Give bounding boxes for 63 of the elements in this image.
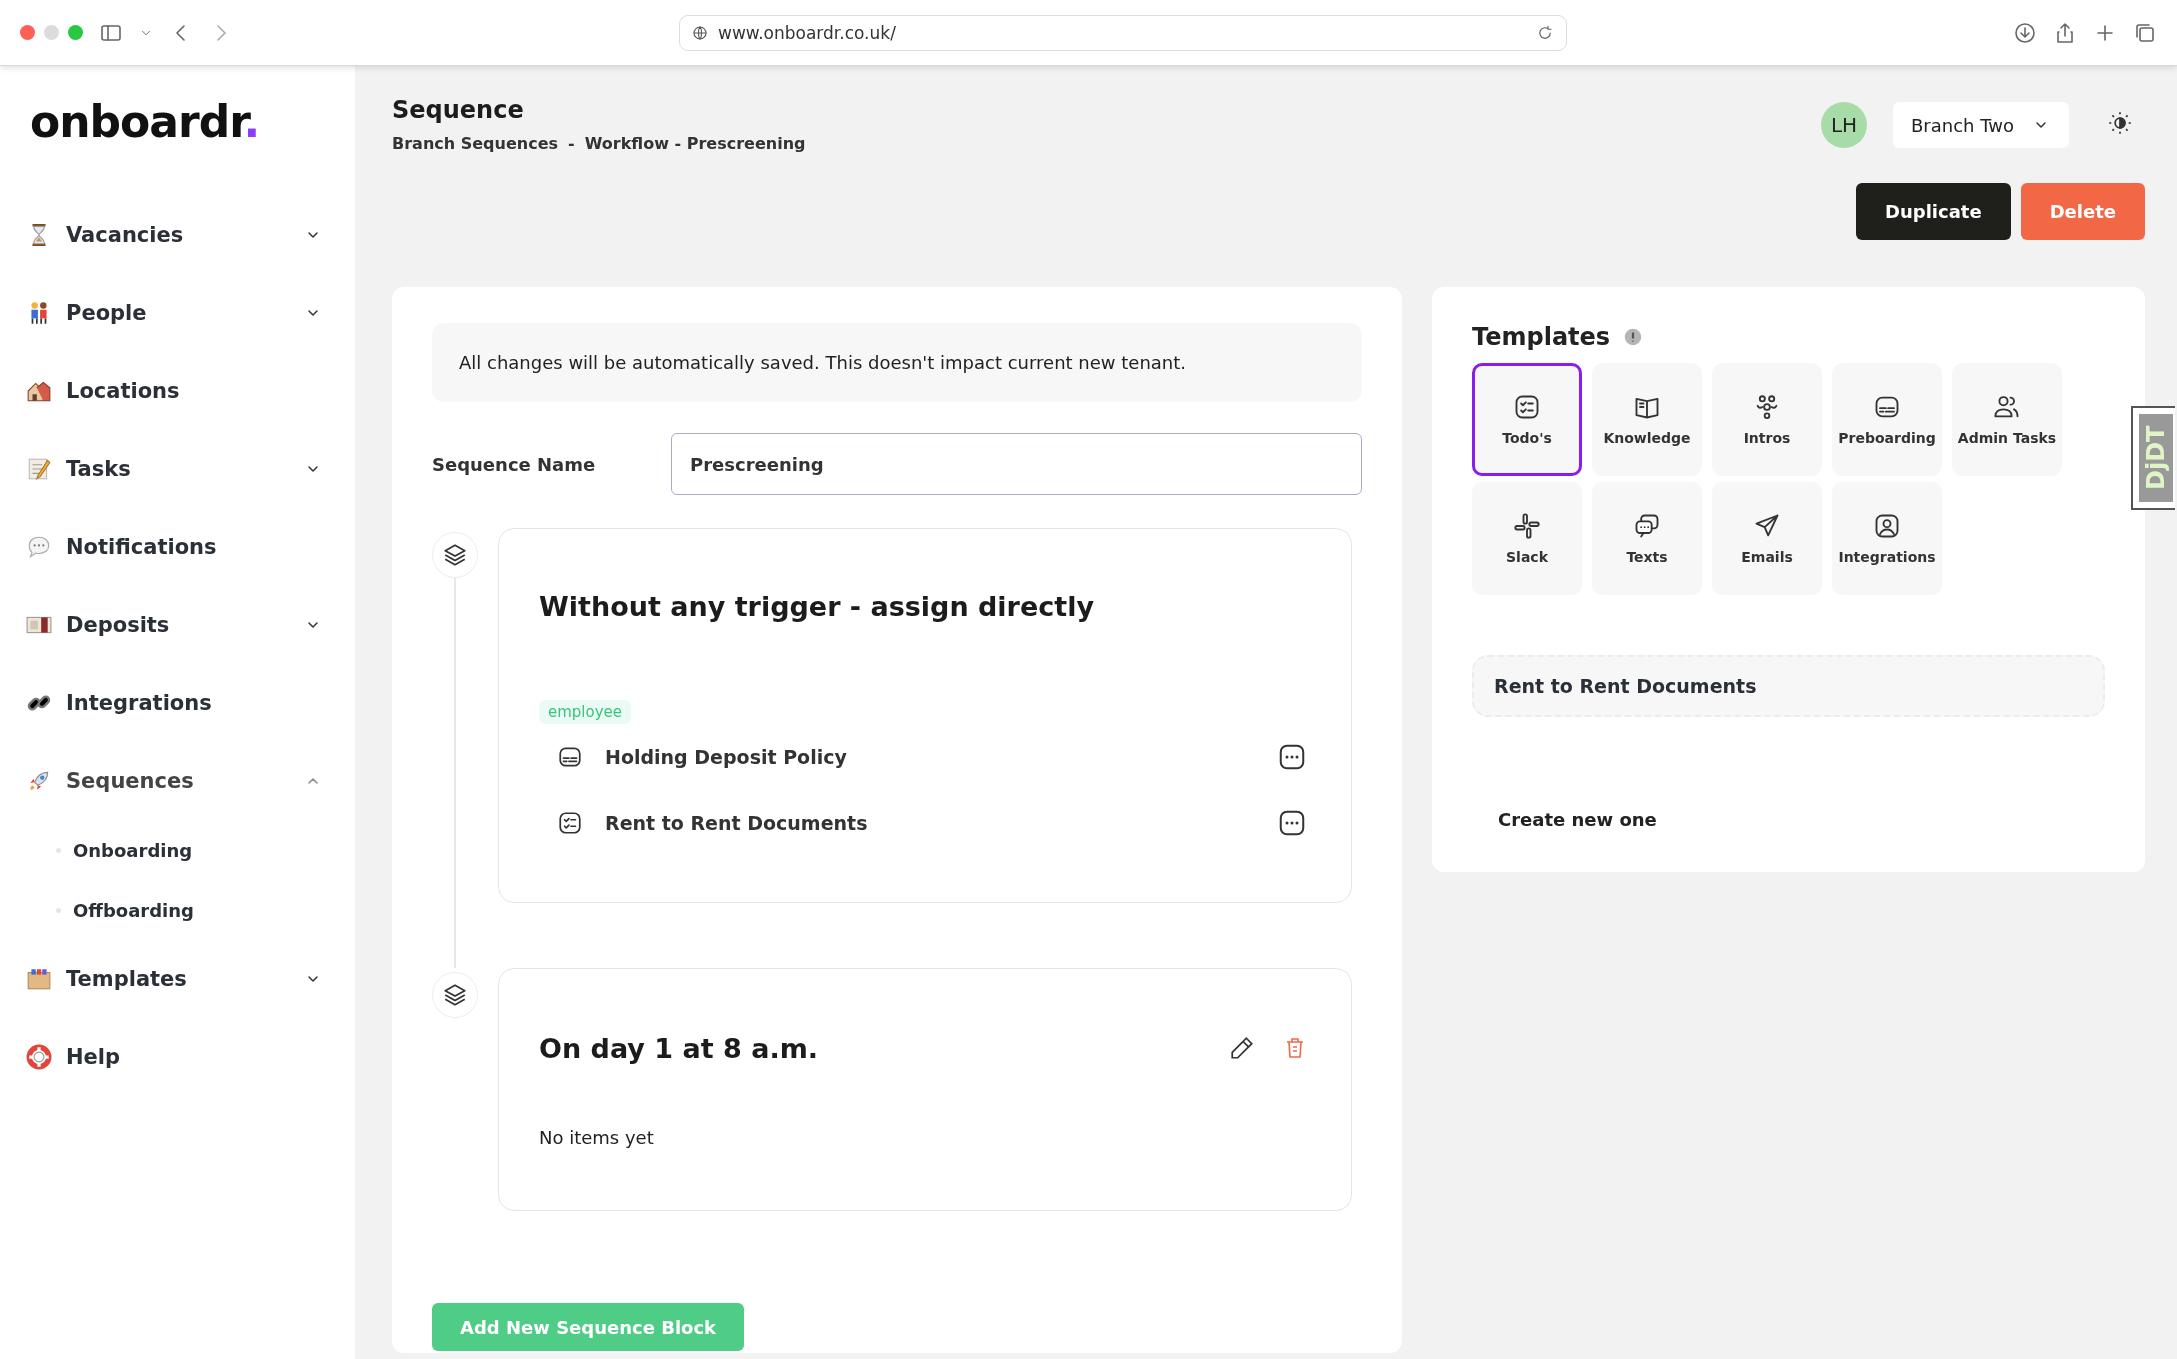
subtitle-icon [557, 744, 583, 770]
sidebar-subitem[interactable]: Offboarding [0, 880, 355, 940]
sidebar-item[interactable]: Integrations [0, 664, 355, 742]
breadcrumb[interactable]: Branch Sequences [392, 134, 559, 153]
more-icon [1277, 808, 1307, 838]
close-window-icon[interactable] [20, 25, 35, 40]
user-avatar[interactable]: LH [1821, 102, 1867, 148]
lifebuoy-icon [26, 1044, 52, 1070]
template-entry[interactable]: Rent to Rent Documents [1472, 655, 2105, 717]
create-link[interactable]: Create new one [1498, 809, 2105, 830]
more-icon [1277, 742, 1307, 772]
theme-toggle-icon[interactable] [2107, 110, 2133, 136]
speech-bubble-icon [26, 534, 52, 560]
chat-icon [1633, 512, 1661, 540]
duplicate-button[interactable]: Duplicate [1856, 183, 2011, 240]
block-title: On day 1 at 8 a.m. [539, 1032, 820, 1064]
template-type-tile[interactable]: Admin Tasks [1952, 363, 2062, 476]
block-title: Without any trigger - assign directly [539, 591, 1095, 622]
page-title: Sequence [392, 96, 525, 124]
autosave-notice: All changes will be automatically saved. This doesn't impact current new tenant. [432, 323, 1362, 402]
sidebar-item[interactable]: People [0, 274, 355, 352]
sidebar-item[interactable]: Notifications [0, 508, 355, 586]
sequence-item[interactable]: Rent to Rent Documents [605, 812, 1231, 834]
template-type-tile[interactable]: Slack [1472, 482, 1582, 595]
bullet-icon [56, 847, 61, 853]
address-bar[interactable]: www.onboardr.co.uk/ [679, 14, 1567, 51]
download-icon [2013, 20, 2037, 45]
pencil-icon [1229, 1035, 1255, 1061]
role-tag: employee [539, 700, 632, 724]
sidebar-item[interactable]: Templates [0, 940, 355, 1018]
template-type-tile[interactable]: Knowledge [1592, 363, 1702, 476]
field-label: Sequence Name [432, 453, 597, 475]
template-type-tile[interactable]: Todo's [1472, 363, 1582, 476]
template-type-tile[interactable]: Emails [1712, 482, 1822, 595]
card-box-icon [26, 966, 52, 992]
sidebar-subitem[interactable]: Onboarding [0, 820, 355, 880]
sidebar-item[interactable]: Tasks [0, 430, 355, 508]
onboardr-logo[interactable]: onboardr. [0, 96, 355, 160]
reload-icon [1536, 23, 1554, 42]
branch-select[interactable]: Branch Two [1893, 102, 2069, 148]
section-title: Templates [1472, 323, 1611, 351]
breadcrumb: - [568, 134, 575, 153]
sidebar-item[interactable]: Locations [0, 352, 355, 430]
template-type-tile[interactable]: Texts [1592, 482, 1702, 595]
sidebar-item[interactable]: Help [0, 1018, 355, 1096]
hash-grid-icon [1513, 512, 1541, 540]
sidebar-item[interactable]: Deposits [0, 586, 355, 664]
checklist-icon [557, 810, 583, 836]
sequence-item[interactable]: Holding Deposit Policy [605, 746, 1231, 768]
info-icon[interactable] [1624, 328, 1643, 346]
user-badge-icon [1873, 512, 1901, 540]
bullet-icon [56, 907, 61, 913]
breadcrumb: Workflow - Prescreening [584, 134, 806, 153]
template-type-tile[interactable]: Integrations [1832, 482, 1942, 595]
sequence-name-input[interactable]: Prescreening [671, 433, 1362, 495]
sidebar-item[interactable]: Sequences [0, 742, 355, 820]
checklist-icon [1513, 393, 1541, 421]
empty-message: No items yet [539, 1127, 655, 1148]
template-type-tile[interactable]: Preboarding [1832, 363, 1942, 476]
template-type-tile[interactable]: Intros [1712, 363, 1822, 476]
sidebar-item[interactable]: Vacancies [0, 196, 355, 274]
memo-icon [26, 456, 52, 482]
globe-icon [692, 24, 708, 41]
